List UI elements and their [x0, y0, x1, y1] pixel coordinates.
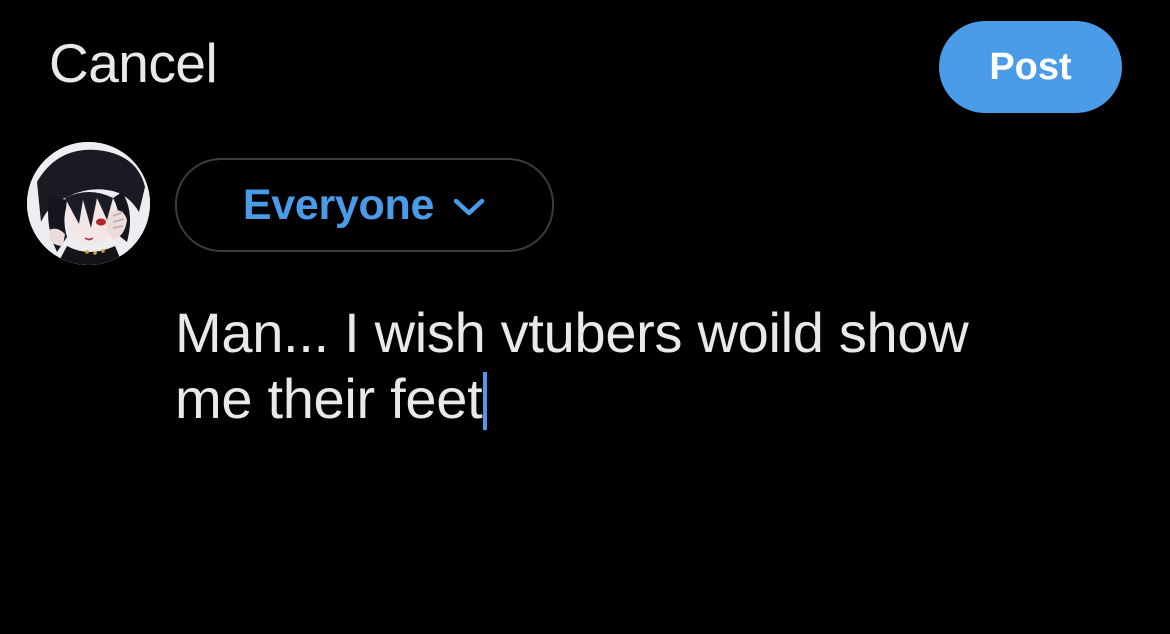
avatar[interactable]: [27, 142, 150, 265]
compose-text-line-1: Man... I wish vtubers woild show: [175, 301, 969, 364]
post-button[interactable]: Post: [939, 21, 1122, 113]
text-cursor: [483, 372, 488, 430]
compose-text-line-2: me their feet: [175, 367, 483, 430]
compose-text-area[interactable]: Man... I wish vtubers woild show me thei…: [175, 300, 1135, 432]
audience-label: Everyone: [242, 180, 435, 229]
audience-selector[interactable]: Everyone: [175, 158, 554, 252]
cancel-button[interactable]: Cancel: [49, 30, 218, 96]
chevron-down-icon: [453, 198, 485, 216]
avatar-image: [27, 142, 150, 265]
